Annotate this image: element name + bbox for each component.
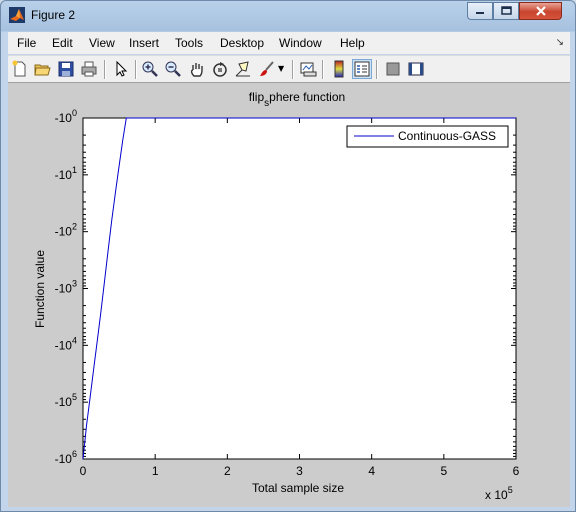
- y-tick-label: -104: [55, 335, 77, 352]
- y-tick-label: -105: [55, 392, 77, 409]
- window-title: Figure 2: [31, 8, 76, 22]
- dock-arrow-icon[interactable]: ↘: [556, 37, 564, 48]
- y-tick-label: -101: [55, 165, 77, 182]
- legend[interactable]: Continuous-GASS: [346, 125, 509, 148]
- colorbar-icon[interactable]: [330, 60, 348, 78]
- x-axis-multiplier: x 105: [485, 485, 513, 502]
- menu-insert[interactable]: Insert: [129, 36, 159, 50]
- show-plot-tools-icon[interactable]: [407, 60, 425, 78]
- matlab-logo-icon: [9, 7, 25, 23]
- plot-svg[interactable]: flipsphere function 0 1 2 3 4 5 6 -100 -101 -102…: [8, 83, 570, 507]
- save-figure-icon[interactable]: [57, 60, 75, 78]
- y-tick-label: -103: [55, 279, 77, 296]
- maximize-button[interactable]: [493, 2, 519, 20]
- maximize-icon: [500, 6, 512, 15]
- figure-window: Figure 2 File Edit View Insert Tools Des…: [0, 0, 576, 512]
- edit-plot-icon[interactable]: [112, 60, 130, 78]
- x-tick-label: 1: [152, 464, 159, 478]
- new-figure-icon[interactable]: [11, 60, 29, 78]
- x-tick-label: 6: [513, 464, 520, 478]
- menu-desktop[interactable]: Desktop: [220, 36, 264, 50]
- x-tick-label: 4: [368, 464, 375, 478]
- x-tick-label: 0: [80, 464, 87, 478]
- brush-icon[interactable]: [258, 60, 276, 78]
- menu-help[interactable]: Help: [340, 36, 365, 50]
- open-file-icon[interactable]: [33, 60, 51, 78]
- close-button[interactable]: [519, 2, 562, 20]
- x-axis-label: Total sample size: [252, 481, 344, 495]
- minimize-button[interactable]: [467, 2, 493, 20]
- zoom-out-icon[interactable]: [164, 60, 182, 78]
- chart-title: flipsphere function: [249, 90, 345, 109]
- menu-window[interactable]: Window: [279, 36, 322, 50]
- axes-area[interactable]: [82, 117, 517, 460]
- figure-canvas: flipsphere function 0 1 2 3 4 5 6 -100 -101 -102…: [8, 83, 570, 507]
- minimize-icon: [476, 12, 484, 14]
- menu-edit[interactable]: Edit: [52, 36, 73, 50]
- figure-toolbar: ▼: [8, 55, 570, 83]
- link-plot-icon[interactable]: [299, 60, 317, 78]
- legend-label-continuous-gass: Continuous-GASS: [398, 129, 496, 143]
- y-tick-label: -102: [55, 222, 77, 239]
- legend-icon[interactable]: [352, 59, 372, 79]
- brush-dropdown-icon[interactable]: ▼: [278, 64, 284, 73]
- menu-bar: File Edit View Insert Tools Desktop Wind…: [8, 32, 570, 54]
- y-axis-label: Function value: [33, 250, 47, 328]
- title-bar[interactable]: Figure 2: [1, 1, 575, 31]
- menu-file[interactable]: File: [17, 36, 36, 50]
- close-icon: [535, 6, 546, 16]
- data-cursor-icon[interactable]: [234, 60, 252, 78]
- menu-tools[interactable]: Tools: [175, 36, 203, 50]
- rotate-3d-icon[interactable]: [211, 60, 229, 78]
- y-tick-label: -106: [55, 449, 77, 466]
- x-tick-label: 5: [440, 464, 447, 478]
- pan-icon[interactable]: [188, 60, 206, 78]
- y-tick-label: -100: [55, 108, 77, 125]
- x-tick-label: 3: [296, 464, 303, 478]
- zoom-in-icon[interactable]: [141, 60, 159, 78]
- x-tick-label: 2: [224, 464, 231, 478]
- hide-plot-tools-icon[interactable]: [384, 60, 402, 78]
- print-figure-icon[interactable]: [80, 60, 98, 78]
- menu-view[interactable]: View: [89, 36, 115, 50]
